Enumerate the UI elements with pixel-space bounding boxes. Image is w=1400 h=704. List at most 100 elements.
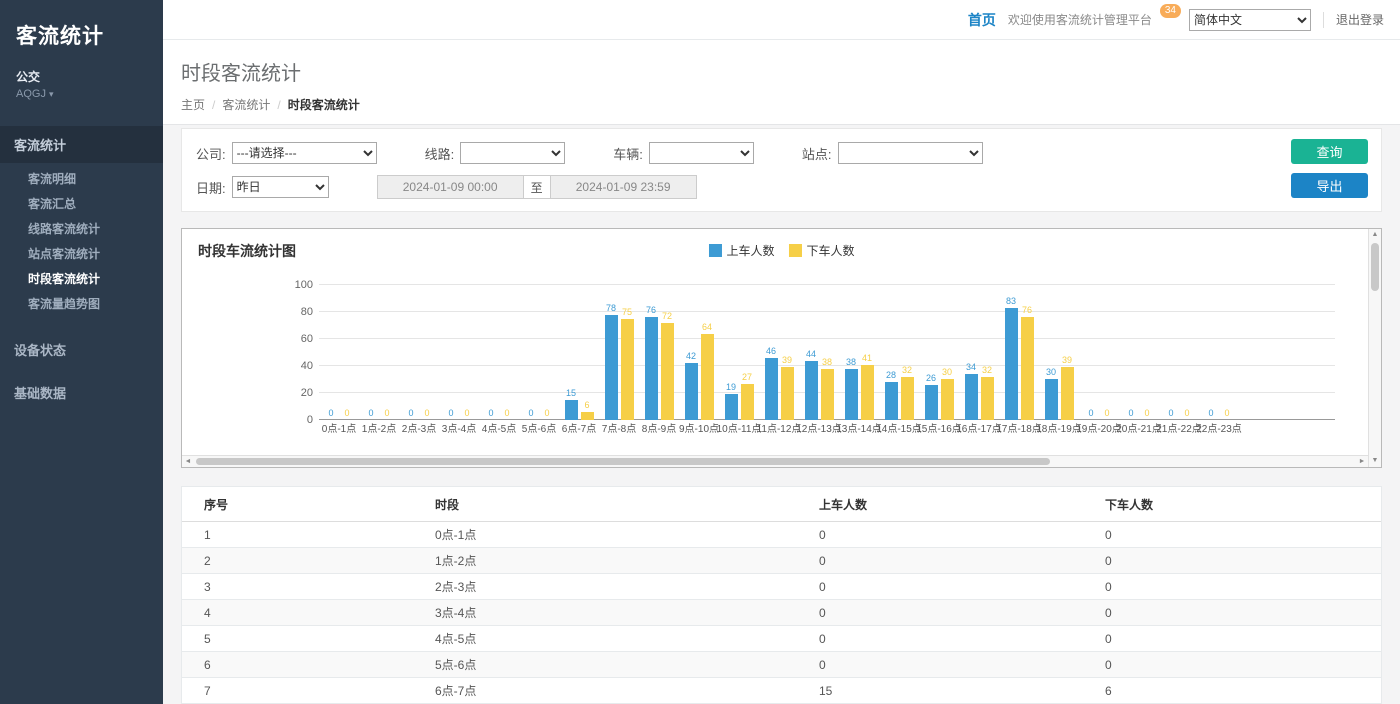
x-axis-tick-label: 9点-10点	[679, 423, 719, 439]
company-select[interactable]: ---请选择---	[232, 142, 377, 164]
bar[interactable]	[821, 369, 834, 420]
table-cell: 6	[182, 652, 413, 678]
sidebar-item-device-status[interactable]: 设备状态	[0, 331, 163, 368]
bar[interactable]	[685, 363, 698, 420]
scroll-up-icon[interactable]: ▲	[1369, 229, 1381, 241]
sidebar-item-trend-chart[interactable]: 客流量趋势图	[0, 292, 163, 317]
date-from-input[interactable]	[377, 175, 524, 199]
bar-group: 156	[559, 285, 599, 420]
vehicle-select[interactable]	[649, 142, 754, 164]
bar-group: 00	[479, 285, 519, 420]
table-cell: 0	[1083, 522, 1381, 548]
date-preset-select[interactable]: 昨日	[232, 176, 329, 198]
home-link[interactable]: 首页	[968, 10, 996, 30]
bar[interactable]	[741, 384, 754, 420]
bar-value-label: 6	[584, 400, 589, 410]
breadcrumb-separator: /	[212, 98, 215, 112]
scroll-right-icon[interactable]: ►	[1356, 456, 1368, 467]
bar-column: 44	[804, 285, 818, 420]
bar[interactable]	[765, 358, 778, 420]
bar[interactable]	[901, 377, 914, 420]
line-label: 线路:	[425, 144, 455, 163]
legend-item[interactable]: 下车人数	[789, 242, 855, 259]
station-select[interactable]	[838, 142, 983, 164]
sidebar-item-passenger-stats[interactable]: 客流统计	[0, 126, 163, 163]
bar-group: 7875	[599, 285, 639, 420]
legend-item[interactable]: 上车人数	[708, 242, 774, 259]
scroll-left-icon[interactable]: ◄	[182, 456, 194, 467]
vertical-scrollbar[interactable]: ▲ ▼	[1368, 229, 1381, 467]
bar-column: 76	[1020, 285, 1034, 420]
bar-column: 38	[820, 285, 834, 420]
bar-column: 0	[460, 285, 474, 420]
table-cell: 0	[1083, 574, 1381, 600]
bar[interactable]	[645, 317, 658, 420]
bar[interactable]	[661, 323, 674, 420]
sidebar-item-line-stats[interactable]: 线路客流统计	[0, 217, 163, 242]
bar[interactable]	[781, 367, 794, 420]
bar[interactable]	[701, 334, 714, 420]
horizontal-scrollbar[interactable]: ◄ ►	[182, 455, 1368, 467]
language-select[interactable]: 简体中文	[1189, 9, 1311, 31]
bar-value-label: 28	[886, 370, 896, 380]
breadcrumb-passenger-stats[interactable]: 客流统计	[222, 96, 270, 113]
bar[interactable]	[941, 379, 954, 420]
bar-value-label: 38	[846, 357, 856, 367]
table-cell: 3点-4点	[413, 600, 797, 626]
vertical-scrollbar-thumb[interactable]	[1371, 243, 1379, 291]
bar[interactable]	[845, 369, 858, 420]
bar-group: 8376	[999, 285, 1039, 420]
notification-badge[interactable]: 34	[1160, 4, 1181, 18]
sidebar-item-period-stats[interactable]: 时段客流统计	[0, 267, 163, 292]
bar[interactable]	[861, 365, 874, 420]
bar[interactable]	[725, 394, 738, 420]
bar[interactable]	[925, 385, 938, 420]
col-header-period: 时段	[413, 487, 797, 522]
bar-group: 00	[1199, 285, 1239, 420]
bar[interactable]	[965, 374, 978, 420]
query-button[interactable]: 查询	[1291, 139, 1368, 164]
line-select[interactable]	[460, 142, 565, 164]
bar[interactable]	[805, 361, 818, 420]
bar[interactable]	[1021, 317, 1034, 420]
bar-value-label: 39	[1062, 355, 1072, 365]
bar-value-label: 0	[344, 408, 349, 418]
bar[interactable]	[621, 319, 634, 420]
sidebar: 客流统计 公交 AQGJ▾ 客流统计 客流明细 客流汇总 线路客流统计 站点客流…	[0, 0, 163, 704]
bar-group: 28 32	[879, 285, 919, 420]
bar[interactable]	[1061, 367, 1074, 420]
bar-value-label: 30	[942, 367, 952, 377]
table-cell: 0点-1点	[413, 522, 797, 548]
export-button[interactable]: 导出	[1291, 173, 1368, 198]
date-to-input[interactable]	[550, 175, 697, 199]
date-label: 日期:	[196, 178, 226, 197]
filter-panel: 公司: ---请选择--- 线路: 车辆: 站点:	[181, 128, 1382, 212]
table-cell: 5点-6点	[413, 652, 797, 678]
x-axis-tick-label: 6点-7点	[559, 423, 599, 439]
bar-group: 00	[519, 285, 559, 420]
bar-group: 00	[399, 285, 439, 420]
sidebar-item-base-data[interactable]: 基础数据	[0, 374, 163, 411]
bar[interactable]	[1005, 308, 1018, 420]
table-cell: 1	[182, 522, 413, 548]
bar[interactable]	[581, 412, 594, 420]
breadcrumb-home[interactable]: 主页	[181, 96, 205, 113]
sidebar-item-flow-detail[interactable]: 客流明细	[0, 167, 163, 192]
horizontal-scrollbar-thumb[interactable]	[196, 458, 1050, 465]
bar[interactable]	[981, 377, 994, 420]
sidebar-item-flow-summary[interactable]: 客流汇总	[0, 192, 163, 217]
bar[interactable]	[1045, 379, 1058, 420]
bar-value-label: 32	[902, 365, 912, 375]
bar[interactable]	[885, 382, 898, 420]
logout-link[interactable]: 退出登录	[1336, 11, 1384, 28]
bar-column: 0	[484, 285, 498, 420]
bar-value-label: 26	[926, 373, 936, 383]
bar[interactable]	[605, 315, 618, 420]
scroll-down-icon[interactable]: ▼	[1369, 455, 1381, 467]
table-cell: 0	[1083, 600, 1381, 626]
bar-value-label: 0	[368, 408, 373, 418]
org-selector[interactable]: AQGJ▾	[16, 88, 147, 100]
bar[interactable]	[565, 400, 578, 420]
sidebar-item-station-stats[interactable]: 站点客流统计	[0, 242, 163, 267]
bar-column: 0	[340, 285, 354, 420]
